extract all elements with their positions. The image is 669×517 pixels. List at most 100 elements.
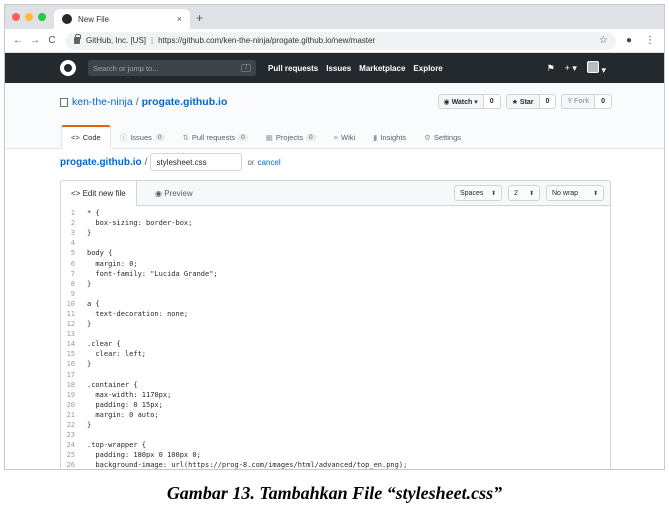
code-editor: <> Edit new file ◉ Preview Spaces ⬍ 2 ⬍ … (60, 180, 611, 470)
omnibox[interactable]: GitHub, Inc. [US] | https://github.com/k… (66, 31, 616, 50)
code-line[interactable]: 6 margin: 0; (61, 258, 610, 268)
lock-icon (74, 34, 81, 44)
code-line[interactable]: 20 padding: 0 15px; (61, 400, 610, 410)
close-window-button[interactable] (12, 13, 20, 21)
code-line[interactable]: 11 text-decoration: none; (61, 309, 610, 319)
star-button[interactable]: ★ Star (505, 94, 540, 109)
tab-preview[interactable]: ◉ Preview (145, 181, 203, 206)
watch-button[interactable]: ◉ Watch ▾ (437, 94, 484, 109)
tab-code[interactable]: <> Code (61, 125, 111, 149)
wrap-mode-select[interactable]: No wrap ⬍ (546, 185, 604, 201)
code-line[interactable]: 16} (61, 359, 610, 369)
code-line[interactable]: 5 body { (61, 248, 610, 258)
code-line[interactable]: 4 (61, 238, 610, 248)
code-line[interactable]: 14 .clear { (61, 339, 610, 349)
tab-label: Issues (130, 132, 152, 142)
tab-close-icon[interactable]: × (177, 14, 182, 24)
code-line[interactable]: 3} (61, 228, 610, 238)
user-menu[interactable]: ▾ (586, 60, 606, 76)
maximize-window-button[interactable] (38, 13, 46, 21)
cancel-link[interactable]: cancel (258, 158, 281, 167)
indent-size-select[interactable]: 2 ⬍ (508, 185, 540, 201)
account-icon[interactable]: ● (621, 35, 637, 46)
watch-count[interactable]: 0 (483, 94, 501, 109)
code-line[interactable]: 13 (61, 329, 610, 339)
line-content: background-image: url(https://prog-8.com… (87, 461, 408, 470)
notification-bell-icon[interactable]: ⚑ (547, 63, 555, 74)
line-number: 4 (70, 239, 75, 248)
browser-menu-icon[interactable]: ⋮ (642, 35, 658, 46)
nav-marketplace[interactable]: Marketplace (359, 64, 405, 73)
repo-title-separator: / (135, 96, 139, 108)
code-area[interactable]: 1 * {2 box-sizing: border-box; 3} 4 5 body {6… (61, 206, 610, 470)
avatar (586, 60, 599, 73)
code-line[interactable]: 9 (61, 289, 610, 299)
tab-projects[interactable]: ▦ Projects 0 (257, 125, 325, 149)
code-line[interactable]: 21 margin: 0 auto; (61, 410, 610, 420)
tab-label: Code (82, 133, 101, 142)
new-tab-button[interactable]: + (196, 11, 203, 25)
tab-issues[interactable]: ⓘ Issues 0 (111, 125, 174, 149)
line-content: * { (87, 209, 100, 218)
code-line[interactable]: 12} (61, 319, 610, 329)
browser-tab[interactable]: New File × (54, 9, 190, 29)
tab-insights[interactable]: ▮ Insights (364, 125, 415, 149)
fork-button[interactable]: Y Fork (561, 94, 596, 109)
search-placeholder: Search or jump to... (93, 63, 159, 73)
line-number: 21 (66, 410, 75, 419)
code-line[interactable]: 18 .container { (61, 380, 610, 390)
minimize-window-button[interactable] (25, 13, 33, 21)
code-line[interactable]: 15 clear: left; (61, 349, 610, 359)
nav-pull-requests[interactable]: Pull requests (268, 64, 318, 73)
breadcrumb-repo-link[interactable]: progate.github.io (60, 157, 142, 168)
indent-mode-select[interactable]: Spaces ⬍ (454, 185, 502, 201)
back-icon[interactable]: ← (11, 35, 25, 46)
line-number: 22 (66, 421, 75, 430)
code-line[interactable]: 7 font-family: "Lucida Grande"; (61, 269, 610, 279)
line-content: clear: left; (87, 350, 147, 359)
line-number: 16 (66, 360, 75, 369)
code-line[interactable]: 24 .top-wrapper { (61, 440, 610, 450)
search-input[interactable]: Search or jump to... / (88, 60, 256, 76)
tab-wiki[interactable]: ≡ Wiki (325, 125, 365, 149)
filename-input[interactable]: stylesheet.css (150, 153, 243, 171)
code-line[interactable]: 19 max-width: 1170px; (61, 390, 610, 400)
reload-icon[interactable]: C (45, 35, 59, 46)
github-favicon-icon (62, 14, 72, 24)
code-line[interactable]: 8} (61, 279, 610, 289)
code-line[interactable]: 17 (61, 370, 610, 380)
code-line[interactable]: 2 box-sizing: border-box; (61, 218, 610, 228)
figure-caption: Gambar 13. Tambahkan File “stylesheet.cs… (166, 483, 503, 503)
tab-pull-requests[interactable]: ⇅ Pull requests 0 (174, 125, 257, 149)
github-logo-icon[interactable] (60, 60, 76, 76)
tab-count: 0 (238, 133, 248, 141)
tab-title: New File (78, 14, 110, 24)
code-line[interactable]: 1 * { (61, 208, 610, 218)
create-new-menu[interactable]: + ▾ (565, 63, 577, 74)
forward-icon[interactable]: → (28, 35, 42, 46)
code-line[interactable]: 23 (61, 430, 610, 440)
line-number: 8 (70, 279, 75, 288)
code-line[interactable]: 25 padding: 180px 0 100px 0; (61, 450, 610, 460)
tab-edit-new-file[interactable]: <> Edit new file (61, 181, 137, 206)
nav-explore[interactable]: Explore (413, 64, 442, 73)
code-line[interactable]: 10 a { (61, 299, 610, 309)
fork-count[interactable]: 0 (595, 94, 612, 109)
tab-settings[interactable]: ⚙ Settings (415, 125, 470, 149)
line-number: 14 (66, 340, 75, 349)
line-content: margin: 0 auto; (87, 410, 159, 419)
repo-owner-link[interactable]: ken-the-ninja (72, 96, 133, 108)
repo-name-link[interactable]: progate.github.io (142, 96, 228, 108)
gear-icon: ⚙ (424, 132, 431, 142)
nav-issues[interactable]: Issues (326, 64, 351, 73)
code-line[interactable]: 26 background-image: url(https://prog-8.… (61, 460, 610, 470)
ev-certificate: GitHub, Inc. [US] (86, 36, 147, 45)
bookmark-star-icon[interactable]: ☆ (599, 35, 608, 46)
star-count[interactable]: 0 (539, 94, 557, 109)
caret-down-icon: ▾ (601, 64, 606, 75)
star-group: ★ Star 0 (505, 94, 557, 109)
url-text[interactable]: https://github.com/ken-the-ninja/progate… (158, 36, 599, 45)
code-line[interactable]: 22} (61, 420, 610, 430)
select-arrow-icon: ⬍ (592, 190, 598, 197)
issue-icon: ⓘ (119, 132, 128, 142)
